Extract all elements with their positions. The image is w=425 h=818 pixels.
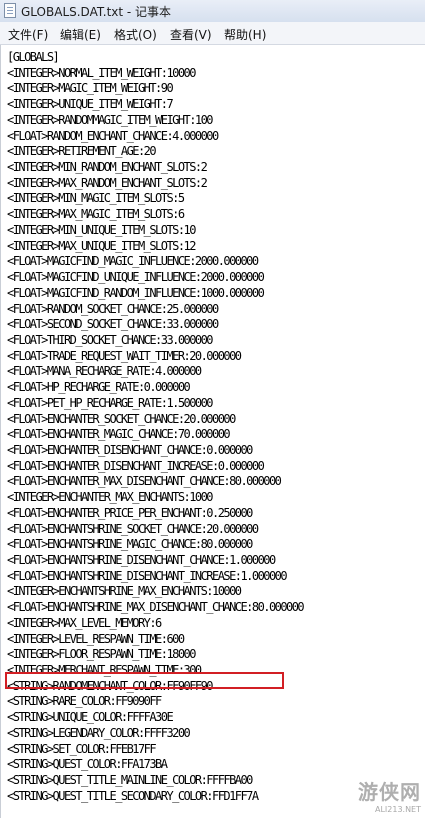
text-line: <INTEGER>MIN_RANDOM_ENCHANT_SLOTS:2 [7, 160, 208, 175]
watermark: 游侠网 ALI213.NET [358, 776, 421, 814]
watermark-url: ALI213.NET [374, 805, 421, 814]
text-line: <STRING>QUEST_TITLE_SECONDARY_COLOR:FFD1… [7, 788, 259, 803]
text-line: <STRING>QUEST_TITLE_MAINLINE_COLOR:FFFFB… [7, 773, 253, 788]
menu-file[interactable]: 文件(F) [8, 26, 48, 43]
text-line: <INTEGER>MERCHANT_RESPAWN_TIME:300 [7, 663, 202, 678]
text-line: <INTEGER>MIN_UNIQUE_ITEM_SLOTS:10 [7, 222, 196, 237]
text-line: [GLOBALS] [7, 50, 60, 64]
text-line: <FLOAT>ENCHANTSHRINE_DISENCHANT_INCREASE… [7, 568, 288, 583]
text-line: <FLOAT>PET_HP_RECHARGE_RATE:1.500000 [7, 395, 214, 410]
text-line: <FLOAT>ENCHANTER_DISENCHANT_CHANCE:0.000… [7, 442, 253, 457]
text-line: <FLOAT>RANDOM_ENCHANT_CHANCE:4.000000 [7, 128, 219, 143]
text-line: <INTEGER>RANDOMMAGIC_ITEM_WEIGHT:100 [7, 112, 214, 127]
text-line: <INTEGER>ENCHANTSHRINE_MAX_ENCHANTS:1000… [7, 584, 242, 599]
text-line: <FLOAT>ENCHANTER_PRICE_PER_ENCHANT:0.250… [7, 505, 253, 520]
title-bar: GLOBALS.DAT.txt - 记事本 [0, 0, 425, 23]
text-line: <INTEGER>FLOOR_RESPAWN_TIME:18000 [7, 647, 196, 662]
text-line: <INTEGER>ENCHANTER_MAX_ENCHANTS:1000 [7, 490, 214, 505]
text-line: <FLOAT>ENCHANTER_MAGIC_CHANCE:70.000000 [7, 427, 231, 442]
text-line: <INTEGER>RETIREMENT_AGE:20 [7, 144, 157, 159]
text-line: <INTEGER>MIN_MAGIC_ITEM_SLOTS:5 [7, 191, 185, 206]
text-line: <FLOAT>ENCHANTSHRINE_MAX_DISENCHANT_CHAN… [7, 600, 305, 615]
text-line: <INTEGER>MAGIC_ITEM_WEIGHT:90 [7, 81, 174, 96]
text-line: <FLOAT>ENCHANTSHRINE_DISENCHANT_CHANCE:1… [7, 553, 276, 567]
text-line: <FLOAT>HP_RECHARGE_RATE:0.000000 [7, 380, 191, 395]
document-lines: [GLOBALS] <INTEGER>NORMAL_ITEM_WEIGHT:100… [7, 50, 305, 805]
text-line: <STRING>RANDOMENCHANT_COLOR:FF90FF90 [7, 678, 214, 693]
text-editor-area[interactable]: [GLOBALS] <INTEGER>NORMAL_ITEM_WEIGHT:100… [0, 45, 425, 818]
text-line: <FLOAT>ENCHANTER_MAX_DISENCHANT_CHANCE:8… [7, 474, 282, 489]
text-line: <STRING>QUEST_COLOR:FFA173BA [7, 757, 168, 772]
text-line: <FLOAT>THIRD_SOCKET_CHANCE:33.000000 [7, 332, 214, 347]
menu-bar: 文件(F) 编辑(E) 格式(O) 查看(V) 帮助(H) [0, 22, 425, 45]
text-line: <INTEGER>LEVEL_RESPAWN_TIME:600 [7, 631, 185, 646]
text-line: <STRING>UNIQUE_COLOR:FFFFA30E [7, 710, 174, 725]
watermark-logo: 游侠网 [358, 780, 421, 804]
text-line: <FLOAT>SECOND_SOCKET_CHANCE:33.000000 [7, 317, 219, 332]
text-line: <INTEGER>MAX_RANDOM_ENCHANT_SLOTS:2 [7, 175, 208, 190]
text-line: <INTEGER>NORMAL_ITEM_WEIGHT:10000 [7, 65, 196, 80]
menu-view[interactable]: 查看(V) [170, 26, 212, 43]
text-line: <FLOAT>MAGICFIND_UNIQUE_INFLUENCE:2000.0… [7, 270, 265, 285]
text-line: <FLOAT>ENCHANTER_DISENCHANT_INCREASE:0.0… [7, 458, 265, 473]
text-line: <STRING>SET_COLOR:FFEB17FF [7, 741, 157, 756]
text-line: <FLOAT>ENCHANTER_SOCKET_CHANCE:20.000000 [7, 411, 236, 426]
text-line: <INTEGER>UNIQUE_ITEM_WEIGHT:7 [7, 97, 174, 112]
text-line: <FLOAT>MAGICFIND_MAGIC_INFLUENCE:2000.00… [7, 254, 259, 269]
text-line: <STRING>RARE_COLOR:FF9090FF [7, 694, 162, 709]
text-line: <INTEGER>MAX_MAGIC_ITEM_SLOTS:6 [7, 207, 185, 222]
menu-edit[interactable]: 编辑(E) [60, 26, 101, 43]
text-line: <FLOAT>ENCHANTSHRINE_SOCKET_CHANCE:20.00… [7, 521, 259, 536]
menu-format[interactable]: 格式(O) [114, 26, 157, 43]
menu-help[interactable]: 帮助(H) [224, 26, 266, 43]
text-line: <FLOAT>ENCHANTSHRINE_MAGIC_CHANCE:80.000… [7, 537, 253, 552]
text-line: <FLOAT>MANA_RECHARGE_RATE:4.000000 [7, 364, 202, 379]
text-line: <FLOAT>RANDOM_SOCKET_CHANCE:25.000000 [7, 301, 219, 316]
text-line: <INTEGER>MAX_UNIQUE_ITEM_SLOTS:12 [7, 238, 196, 253]
text-line: <STRING>LEGENDARY_COLOR:FFFF3200 [7, 725, 191, 740]
text-line: <FLOAT>TRADE_REQUEST_WAIT_TIMER:20.00000… [7, 348, 242, 363]
text-line: <INTEGER>MAX_LEVEL_MEMORY:6 [7, 615, 162, 630]
window-title: GLOBALS.DAT.txt - 记事本 [21, 5, 172, 19]
notepad-icon [4, 3, 16, 18]
text-line: <FLOAT>MAGICFIND_RANDOM_INFLUENCE:1000.0… [7, 285, 265, 300]
